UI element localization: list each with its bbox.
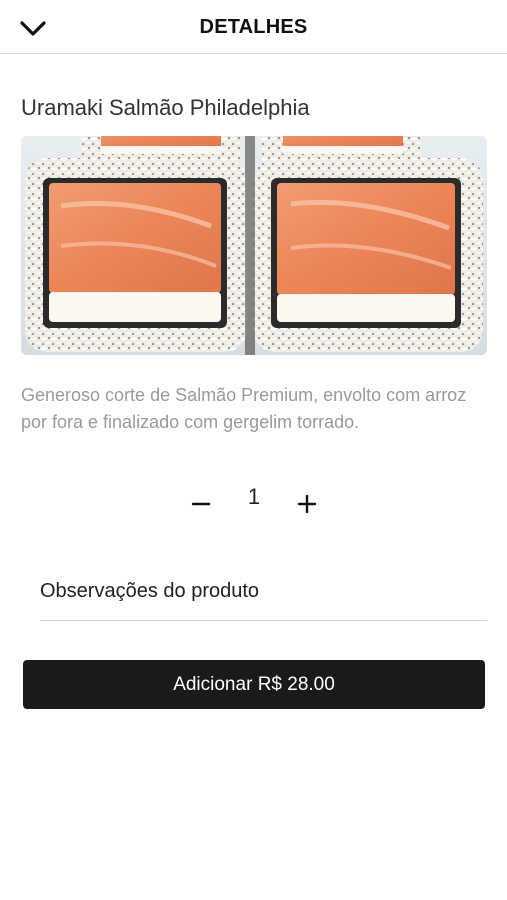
product-name: Uramaki Salmão Philadelphia [21, 95, 310, 120]
add-button-price: R$ 28.00 [257, 673, 335, 695]
product-image [21, 136, 487, 355]
minus-icon [191, 502, 211, 506]
quantity-value: 1 [247, 484, 261, 509]
decrease-quantity-button[interactable] [183, 484, 219, 520]
add-to-cart-button[interactable]: Adicionar R$ 28.00 [23, 660, 485, 709]
sushi-image [21, 136, 487, 355]
increase-quantity-button[interactable] [289, 484, 325, 520]
product-notes-field[interactable]: Observações do produto [40, 568, 487, 621]
product-description: Generoso corte de Salmão Premium, envolt… [21, 385, 467, 432]
add-button-label: Adicionar [173, 673, 253, 695]
page-title: DETALHES [199, 16, 308, 38]
plus-icon [297, 494, 317, 514]
top-bar: DETALHES [0, 0, 507, 54]
quantity-stepper: 1 [0, 478, 507, 524]
notes-placeholder: Observações do produto [40, 580, 260, 602]
